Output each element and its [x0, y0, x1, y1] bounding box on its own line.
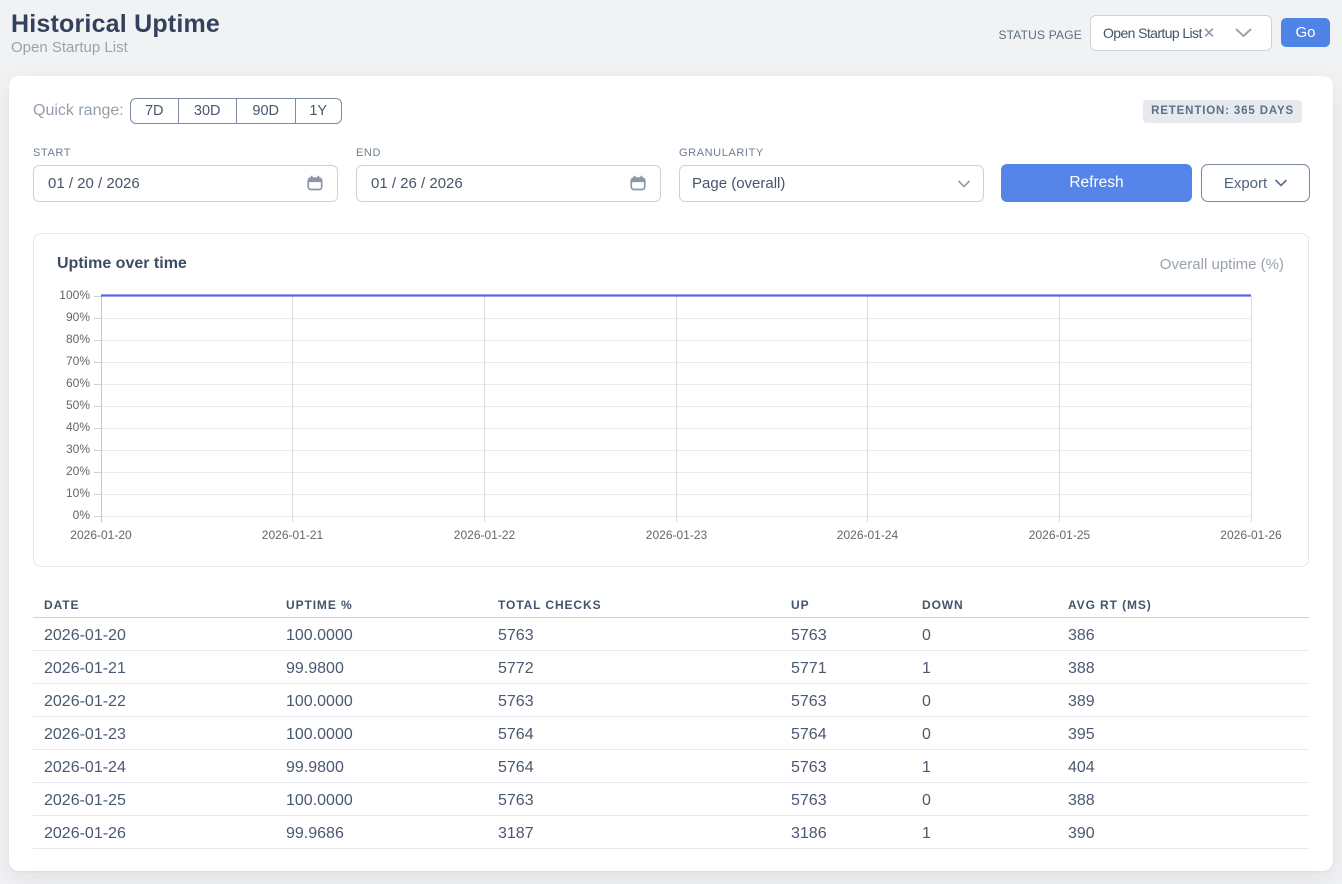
svg-text:60%: 60% [66, 376, 90, 390]
svg-text:10%: 10% [66, 486, 90, 500]
svg-text:90%: 90% [66, 310, 90, 324]
svg-text:2026-01-22: 2026-01-22 [454, 528, 516, 542]
svg-text:2026-01-21: 2026-01-21 [262, 528, 324, 542]
svg-text:50%: 50% [66, 398, 90, 412]
svg-text:30%: 30% [66, 442, 90, 456]
svg-text:2026-01-20: 2026-01-20 [70, 528, 132, 542]
svg-text:70%: 70% [66, 354, 90, 368]
svg-text:0%: 0% [73, 508, 91, 522]
svg-text:2026-01-24: 2026-01-24 [837, 528, 899, 542]
svg-text:2026-01-25: 2026-01-25 [1029, 528, 1091, 542]
svg-text:2026-01-26: 2026-01-26 [1220, 528, 1282, 542]
svg-text:20%: 20% [66, 464, 90, 478]
svg-text:100%: 100% [59, 288, 90, 302]
svg-text:2026-01-23: 2026-01-23 [646, 528, 708, 542]
svg-text:80%: 80% [66, 332, 90, 346]
svg-text:40%: 40% [66, 420, 90, 434]
